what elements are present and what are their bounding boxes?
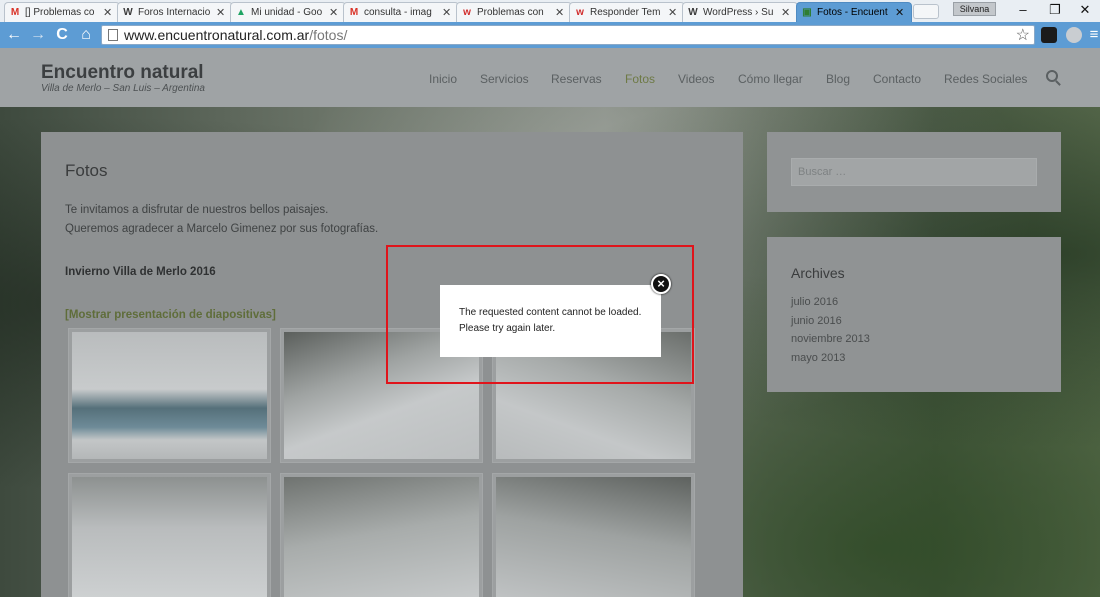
reload-button[interactable]: C <box>52 25 72 45</box>
close-icon[interactable]: × <box>651 274 671 294</box>
tab-title: [] Problemas co <box>25 7 95 18</box>
nav-item[interactable]: Servicios <box>480 72 529 86</box>
site-header: Encuentro natural Villa de Merlo – San L… <box>0 48 1100 107</box>
wordpress-icon: W <box>688 7 698 18</box>
browser-toolbar: ← → C ⌂ www.encuentronatural.com.ar/foto… <box>0 22 1100 48</box>
wordpress-icon: W <box>123 7 133 18</box>
extension-owl-icon[interactable] <box>1041 27 1057 43</box>
minimize-button[interactable]: – <box>1008 2 1038 18</box>
wix-icon: w <box>463 7 471 18</box>
main-content: Fotos Te invitamos a disfrutar de nuestr… <box>41 132 743 597</box>
gallery-thumbnail[interactable] <box>68 328 271 463</box>
tab-close-icon[interactable]: ✕ <box>329 6 339 19</box>
site-title[interactable]: Encuentro natural <box>41 62 204 84</box>
archives-title: Archives <box>791 265 845 281</box>
tab-title: Responder Tem <box>590 7 661 18</box>
nav-item[interactable]: Cómo llegar <box>738 72 803 86</box>
archive-link[interactable]: junio 2016 <box>791 315 842 327</box>
wix-icon: w <box>576 7 584 18</box>
close-window-button[interactable]: ✕ <box>1070 2 1100 18</box>
nav-item[interactable]: Redes Sociales <box>944 72 1027 86</box>
browser-tabstrip: M [] Problemas co ✕ W Foros Internacio ✕ ▲ Mi u… <box>0 0 1100 22</box>
archives-widget: Archives julio 2016 junio 2016 noviembre… <box>767 237 1061 392</box>
browser-tab[interactable]: Mconsulta - imag ✕ <box>343 2 459 22</box>
error-message-line2: Please try again later. <box>459 323 556 334</box>
bookmark-star-icon[interactable]: ☆ <box>1016 25 1030 45</box>
gmail-icon: M <box>10 7 20 18</box>
archive-link[interactable]: julio 2016 <box>791 296 838 308</box>
drive-icon: ▲ <box>236 7 246 18</box>
archive-link[interactable]: noviembre 2013 <box>791 333 870 345</box>
tab-close-icon[interactable]: ✕ <box>895 6 905 19</box>
tab-close-icon[interactable]: ✕ <box>668 6 678 19</box>
page-icon <box>108 29 118 41</box>
url-text: www.encuentronatural.com.ar/fotos/ <box>124 27 348 43</box>
restore-button[interactable]: ❐ <box>1040 2 1070 18</box>
back-button[interactable]: ← <box>4 25 24 45</box>
gallery-thumbnail[interactable] <box>492 473 695 597</box>
gallery-title: Invierno Villa de Merlo 2016 <box>65 266 216 278</box>
tab-title: Problemas con <box>477 7 544 18</box>
search-input[interactable]: Buscar … <box>791 158 1037 186</box>
tab-title: Mi unidad - Goo <box>251 7 323 18</box>
tab-close-icon[interactable]: ✕ <box>103 6 113 19</box>
tab-close-icon[interactable]: ✕ <box>781 6 791 19</box>
new-tab-button[interactable] <box>913 4 939 19</box>
tab-title: Foros Internacio <box>138 7 211 18</box>
nav-item[interactable]: Videos <box>678 72 714 86</box>
search-icon[interactable] <box>1046 70 1058 82</box>
archive-link[interactable]: mayo 2013 <box>791 352 845 364</box>
browser-tab[interactable]: W WordPress › Su ✕ <box>682 2 798 22</box>
intro-text-line2: Queremos agradecer a Marcelo Gimenez por… <box>65 223 379 235</box>
tab-title: Fotos - Encuent <box>817 7 888 18</box>
home-button[interactable]: ⌂ <box>76 25 96 45</box>
browser-tab[interactable]: ▣ Fotos - Encuent ✕ <box>796 2 912 22</box>
tab-close-icon[interactable]: ✕ <box>555 6 565 19</box>
nav-item[interactable]: Contacto <box>873 72 921 86</box>
lightbox-dialog: The requested content cannot be loaded. … <box>440 285 661 357</box>
tab-close-icon[interactable]: ✕ <box>216 6 226 19</box>
tab-title: WordPress › Su <box>703 7 774 18</box>
nav-item[interactable]: Inicio <box>429 72 457 86</box>
browser-tab[interactable]: W Foros Internacio ✕ <box>117 2 233 22</box>
intro-text-line1: Te invitamos a disfrutar de nuestros bel… <box>65 204 329 216</box>
gmail-icon: M <box>349 7 359 18</box>
browser-tab[interactable]: M [] Problemas co ✕ <box>4 2 120 22</box>
browser-tab[interactable]: w Problemas con ✕ <box>456 2 572 22</box>
search-widget: Buscar … <box>767 132 1061 212</box>
site-tagline: Villa de Merlo – San Luis – Argentina <box>41 83 205 94</box>
browser-tab[interactable]: ▲ Mi unidad - Goo ✕ <box>230 2 346 22</box>
browser-menu-icon[interactable]: ≡ <box>1087 25 1100 45</box>
nav-item[interactable]: Fotos <box>625 72 655 86</box>
site-icon: ▣ <box>802 7 812 18</box>
nav-item[interactable]: Blog <box>826 72 850 86</box>
forward-button[interactable]: → <box>28 25 48 45</box>
nav-item[interactable]: Reservas <box>551 72 602 86</box>
tab-title: consulta - imag <box>364 7 432 18</box>
extension-cloud-icon[interactable] <box>1066 27 1082 43</box>
gallery-thumbnail[interactable] <box>68 473 271 597</box>
address-bar[interactable]: www.encuentronatural.com.ar/fotos/ ☆ <box>101 25 1035 45</box>
profile-chip[interactable]: Silvana <box>953 2 996 16</box>
page-title: Fotos <box>65 161 108 180</box>
tab-close-icon[interactable]: ✕ <box>442 6 452 19</box>
browser-tab[interactable]: w Responder Tem ✕ <box>569 2 685 22</box>
gallery-thumbnail[interactable] <box>280 473 483 597</box>
slideshow-link[interactable]: [Mostrar presentación de diapositivas] <box>65 309 276 321</box>
error-message-line1: The requested content cannot be loaded. <box>459 307 642 318</box>
